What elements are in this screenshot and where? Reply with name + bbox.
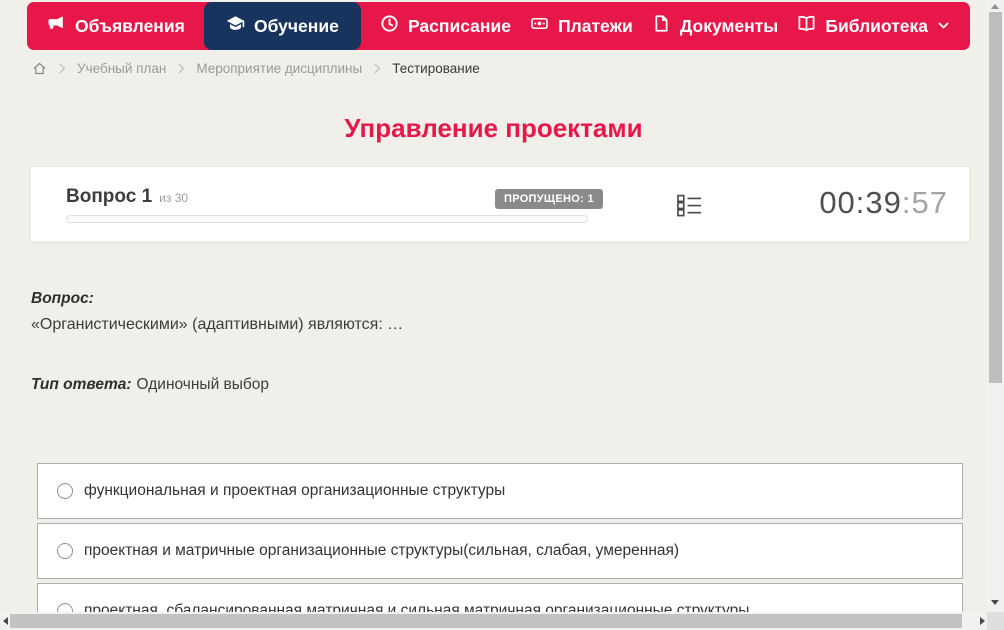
nav-item-documents[interactable]: Документы [652,2,778,50]
scroll-down-arrow-icon[interactable] [991,600,999,605]
megaphone-icon [47,14,66,38]
answer-option-2[interactable]: проектная и матричные организационные ст… [37,523,963,579]
chevron-right-icon [58,62,66,75]
timer: 00:39:57 [819,185,948,221]
question-total: из 30 [159,191,189,205]
nav-item-library[interactable]: Библиотека [797,2,950,50]
horizontal-scrollbar[interactable] [0,612,987,630]
book-icon [797,14,816,38]
radio-button[interactable] [57,603,73,612]
scroll-right-arrow-icon[interactable] [980,616,985,625]
nav-item-label: Расписание [407,15,511,36]
question-label: Вопрос: [31,290,94,307]
nav-item-learning[interactable]: Обучение [203,2,361,50]
answer-option-1[interactable]: функциональная и проектная организационн… [37,463,963,519]
question-list-icon[interactable] [677,194,702,222]
horizontal-scrollbar-thumb[interactable] [10,614,962,628]
payment-icon [530,14,549,38]
nav-item-label: Обучение [253,15,339,36]
chevron-right-icon [177,62,185,75]
nav-item-payments[interactable]: Платежи [530,2,633,50]
answer-option-label: проектная и матричные организационные ст… [84,542,680,559]
scrollbar-corner [987,612,1004,630]
question-text: «Органистическими» (адаптивными) являютс… [31,316,404,333]
main-viewport: Объявления Обучение Расписание Платежи Д… [0,0,987,612]
breadcrumb-item-discipline-event[interactable]: Мероприятие дисциплины [196,61,362,76]
breadcrumb-item-testing: Тестирование [392,61,480,76]
radio-button[interactable] [57,483,73,499]
answer-option-label: проектная, сбалансированная матричная и … [84,602,750,612]
answer-type-value: Одиночный выбор [136,376,270,393]
answer-type-row: Тип ответа: Одиночный выбор [31,376,269,394]
breadcrumb: Учебный план Мероприятие дисциплины Тест… [32,61,480,76]
nav-item-schedule[interactable]: Расписание [380,2,511,50]
scroll-left-arrow-icon[interactable] [3,616,8,625]
answer-option-3[interactable]: проектная, сбалансированная матричная и … [37,583,963,612]
answer-type-label: Тип ответа: [31,376,132,393]
question-counter: Вопрос 1 из 30 [66,186,188,208]
question-number: Вопрос 1 [66,186,153,207]
nav-item-label: Библиотека [825,15,928,36]
question-panel: Вопрос 1 из 30 ПРОПУЩЕНО: 1 00:39:57 [30,166,970,242]
nav-item-announcements[interactable]: Объявления [47,2,185,50]
nav-item-label: Платежи [558,15,633,36]
home-icon[interactable] [32,61,47,76]
graduation-cap-icon [226,14,245,38]
nav-item-label: Документы [679,15,779,36]
scroll-up-arrow-icon[interactable] [991,4,999,9]
chevron-right-icon [373,62,381,75]
radio-button[interactable] [57,543,73,559]
vertical-scrollbar[interactable] [987,0,1004,612]
document-icon [652,14,671,38]
progress-bar [66,215,588,223]
skipped-badge: ПРОПУЩЕНО: 1 [495,189,603,209]
page-title: Управление проектами [344,113,643,143]
answer-option-label: функциональная и проектная организационн… [84,482,506,499]
timer-hours-minutes: 00:39 [819,185,902,220]
breadcrumb-item-study-plan[interactable]: Учебный план [77,61,166,76]
chevron-down-icon [937,16,950,37]
top-nav: Объявления Обучение Расписание Платежи Д… [27,2,970,50]
vertical-scrollbar-thumb[interactable] [989,12,1002,383]
clock-icon [380,14,399,38]
nav-item-label: Объявления [75,15,185,36]
answer-options: функциональная и проектная организационн… [37,463,963,612]
timer-seconds: :57 [901,185,948,220]
